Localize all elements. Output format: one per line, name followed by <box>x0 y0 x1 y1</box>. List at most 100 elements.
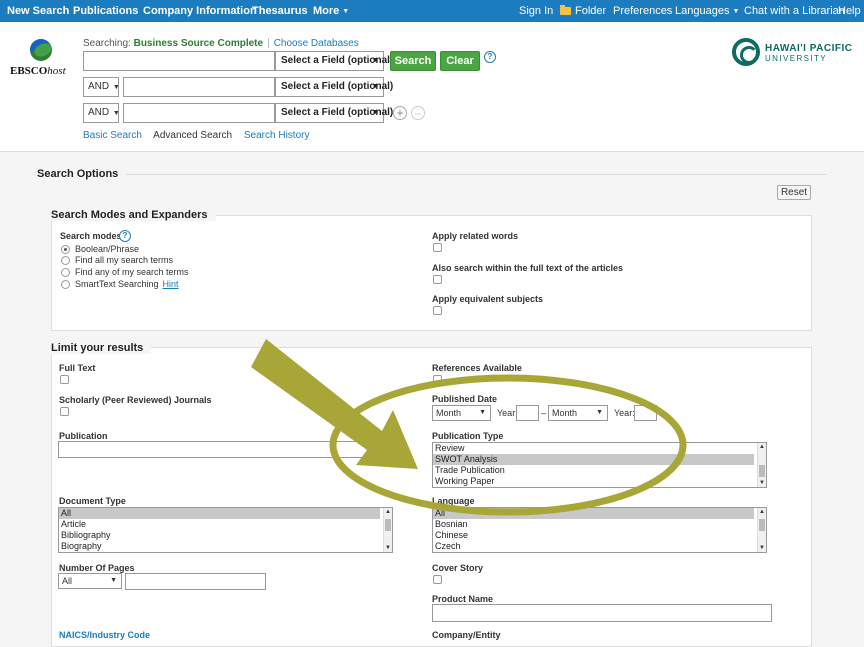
search-modes-label: Search modes <box>60 231 122 241</box>
university-name: HAWAI'I PACIFIC <box>765 43 853 54</box>
apply-related-label: Apply related words <box>432 231 519 241</box>
naics-label[interactable]: NAICS/Industry Code <box>59 630 150 640</box>
radio-find-all[interactable] <box>61 256 70 265</box>
search-button[interactable]: Search <box>390 51 436 71</box>
nav-folder[interactable]: Folder <box>560 0 606 22</box>
nav-help[interactable]: Help <box>838 0 861 22</box>
searching-line: Searching: Business Source Complete | Choo… <box>83 38 359 49</box>
radio-find-any[interactable] <box>61 268 70 277</box>
year-to-input[interactable] <box>634 405 657 421</box>
full-text-expander-checkbox[interactable] <box>433 275 442 284</box>
search-history-link[interactable]: Search History <box>244 130 310 141</box>
scroll-up-icon[interactable]: ▲ <box>758 444 766 450</box>
advanced-search-link[interactable]: Advanced Search <box>153 130 232 141</box>
scroll-down-icon[interactable]: ▼ <box>758 480 766 486</box>
nav-more-menu[interactable]: More ▼ <box>313 0 349 23</box>
scrollbar[interactable]: ▲ ▼ <box>757 443 766 487</box>
list-item-selected[interactable]: SWOT Analysis <box>433 454 754 465</box>
month-select-from[interactable]: Month ▼ <box>432 405 491 421</box>
nav-folder-label: Folder <box>575 5 607 17</box>
search-input-1[interactable] <box>83 51 275 71</box>
list-item[interactable]: Czech <box>433 541 766 552</box>
ebsco-logo-text: EBSCOhost <box>10 65 66 77</box>
search-input-3[interactable] <box>123 103 275 123</box>
list-item[interactable]: Review <box>433 443 766 454</box>
list-item[interactable]: Bosnian <box>433 519 766 530</box>
list-item[interactable]: All <box>433 508 754 519</box>
chevron-down-icon: ▼ <box>372 83 379 90</box>
list-item[interactable]: Trade Publication <box>433 465 766 476</box>
list-item[interactable]: Biography <box>59 541 392 552</box>
date-range-dash: – <box>541 408 547 418</box>
scroll-thumb[interactable] <box>759 465 765 477</box>
scroll-thumb[interactable] <box>759 519 765 531</box>
minus-icon[interactable]: – <box>411 106 425 120</box>
nav-thesaurus[interactable]: Thesaurus <box>252 0 308 22</box>
document-type-label: Document Type <box>59 496 126 506</box>
year-to-label: Year: <box>614 408 635 418</box>
list-item[interactable]: Bibliography <box>59 530 392 541</box>
document-type-listbox[interactable]: All Article Bibliography Biography ▲ ▼ <box>58 507 393 553</box>
search-input-2[interactable] <box>123 77 275 97</box>
mode-label-boolean: Boolean/Phrase <box>75 244 140 254</box>
cover-story-checkbox[interactable] <box>433 575 442 584</box>
mode-label-find-any: Find any of my search terms <box>75 267 189 277</box>
search-modes-title: Search Modes and Expanders <box>51 209 216 221</box>
scrollbar[interactable]: ▲ ▼ <box>757 508 766 552</box>
scholarly-checkbox[interactable] <box>60 407 69 416</box>
logo-text-bold: EBSCO <box>10 65 48 77</box>
nav-preferences[interactable]: Preferences <box>613 0 672 22</box>
ebsco-logo-icon <box>30 39 52 61</box>
list-item[interactable]: Article <box>59 519 392 530</box>
pages-select[interactable]: All ▼ <box>58 573 122 589</box>
full-text-checkbox[interactable] <box>60 375 69 384</box>
year-from-input[interactable] <box>516 405 539 421</box>
publication-type-label: Publication Type <box>432 431 504 441</box>
month-select-to[interactable]: Month ▼ <box>548 405 608 421</box>
publication-input[interactable] <box>58 441 398 458</box>
field-select-1[interactable]: Select a Field (optional) ▼ <box>275 51 393 71</box>
nav-new-search[interactable]: New Search <box>7 0 69 22</box>
boolean-select-2-label: AND <box>88 81 110 92</box>
list-item[interactable]: All <box>59 508 380 519</box>
language-listbox[interactable]: All Bosnian Chinese Czech ▲ ▼ <box>432 507 767 553</box>
scroll-down-icon[interactable]: ▼ <box>384 545 392 551</box>
boolean-select-3[interactable]: AND ▼ <box>83 103 120 123</box>
scrollbar[interactable]: ▲ ▼ <box>383 508 392 552</box>
list-item[interactable]: Working Paper <box>433 476 766 487</box>
references-available-checkbox[interactable] <box>433 375 442 384</box>
field-select-3[interactable]: Select a Field (optional) ▼ <box>275 103 393 123</box>
nav-publications[interactable]: Publications <box>73 0 138 22</box>
nav-sign-in[interactable]: Sign In <box>519 0 553 22</box>
scroll-thumb[interactable] <box>385 519 391 531</box>
scroll-down-icon[interactable]: ▼ <box>758 545 766 551</box>
divider <box>37 174 827 175</box>
company-entity-label: Company/Entity <box>432 630 501 640</box>
help-icon[interactable]: ? <box>484 51 496 63</box>
plus-icon[interactable]: + <box>393 106 407 120</box>
nav-chat-librarian[interactable]: Chat with a Librarian <box>744 0 845 22</box>
basic-search-link[interactable]: Basic Search <box>83 130 142 141</box>
radio-smarttext[interactable] <box>61 280 70 289</box>
reset-button[interactable]: Reset <box>777 185 811 200</box>
choose-databases-link[interactable]: Choose Databases <box>274 38 359 49</box>
field-select-2[interactable]: Select a Field (optional) ▼ <box>275 77 393 97</box>
list-item[interactable]: Chinese <box>433 530 766 541</box>
help-icon[interactable]: ? <box>119 230 131 242</box>
publication-type-listbox[interactable]: Review SWOT Analysis Trade Publication W… <box>432 442 767 488</box>
product-name-input[interactable] <box>432 604 772 622</box>
search-mode-links: Basic Search Advanced Search Search Hist… <box>83 130 318 141</box>
apply-equivalent-checkbox[interactable] <box>433 306 442 315</box>
folder-icon <box>560 5 571 15</box>
radio-boolean-phrase[interactable] <box>61 245 70 254</box>
year-from-label: Year: <box>497 408 518 418</box>
hint-link[interactable]: Hint <box>163 279 179 289</box>
boolean-select-2[interactable]: AND ▼ <box>83 77 120 97</box>
clear-button[interactable]: Clear <box>440 51 480 71</box>
pages-input[interactable] <box>125 573 266 590</box>
nav-company-information[interactable]: Company Information <box>143 0 257 22</box>
scroll-up-icon[interactable]: ▲ <box>384 509 392 515</box>
apply-related-checkbox[interactable] <box>433 243 442 252</box>
scroll-up-icon[interactable]: ▲ <box>758 509 766 515</box>
nav-languages-menu[interactable]: Languages ▼ <box>675 0 739 23</box>
